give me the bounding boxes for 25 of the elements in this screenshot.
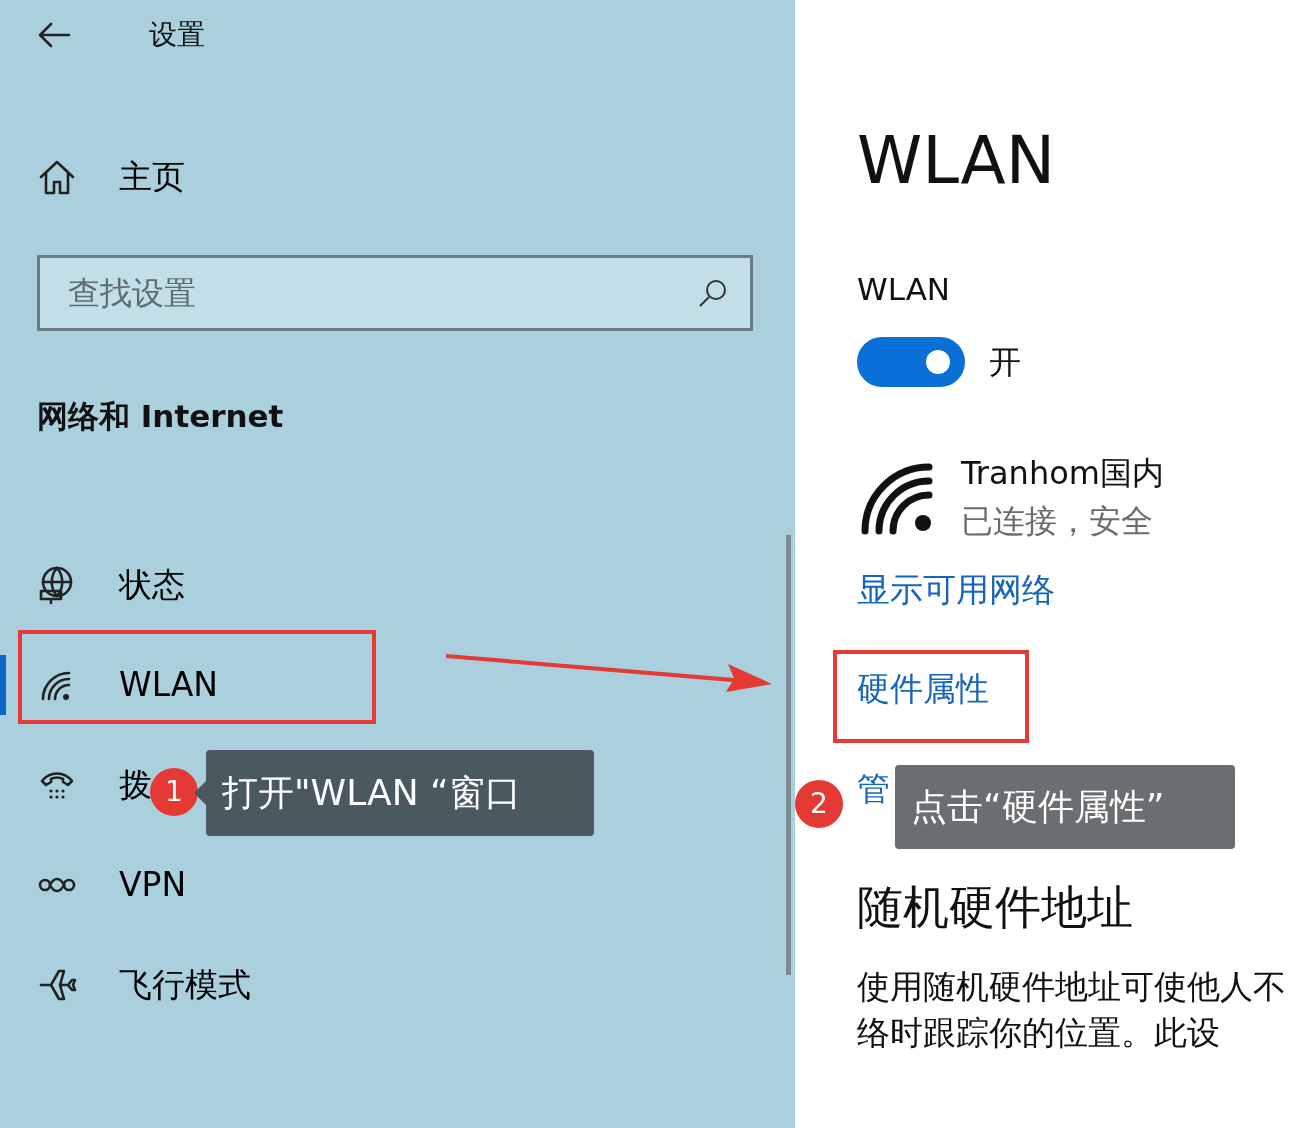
link[interactable]: 硬件属性 <box>857 664 989 714</box>
callout-tooltip: 打开"WLAN “窗口 <box>206 750 594 836</box>
window-title: 设置 <box>149 17 205 53</box>
network-status: 已连接，安全 <box>961 500 1154 542</box>
search-icon <box>697 277 729 309</box>
back-arrow-icon <box>37 22 71 48</box>
callout-pointer <box>194 780 207 806</box>
nav-item[interactable]: 飞行模式 <box>0 944 251 1025</box>
nav-item[interactable]: WLAN <box>0 644 219 725</box>
section-heading: 随机硬件地址 <box>857 879 1134 936</box>
link[interactable]: 显示可用网络 <box>857 564 1055 614</box>
toggle-label: WLAN <box>857 270 952 309</box>
nav-item[interactable]: VPN <box>0 844 187 925</box>
link[interactable]: 管 <box>857 763 890 813</box>
callout-tooltip: 点击“硬件属性” <box>895 765 1235 849</box>
section-title: 网络和 Internet <box>37 397 285 436</box>
toggle-state: 开 <box>989 341 1021 383</box>
toggle-switch[interactable] <box>857 336 965 387</box>
description-text: 使用随机硬件地址可使他人不 络时跟踪你的位置。此设 <box>857 966 1287 1054</box>
network-name: Tranhom国内 <box>961 452 1164 494</box>
search-field[interactable]: 查找设置 <box>37 255 753 331</box>
nav-item[interactable]: 拨 <box>0 744 152 825</box>
home-nav-item[interactable]: 主页 <box>37 145 185 209</box>
page-title: WLAN <box>857 128 1057 194</box>
nav-item[interactable]: 状态 <box>0 544 185 625</box>
